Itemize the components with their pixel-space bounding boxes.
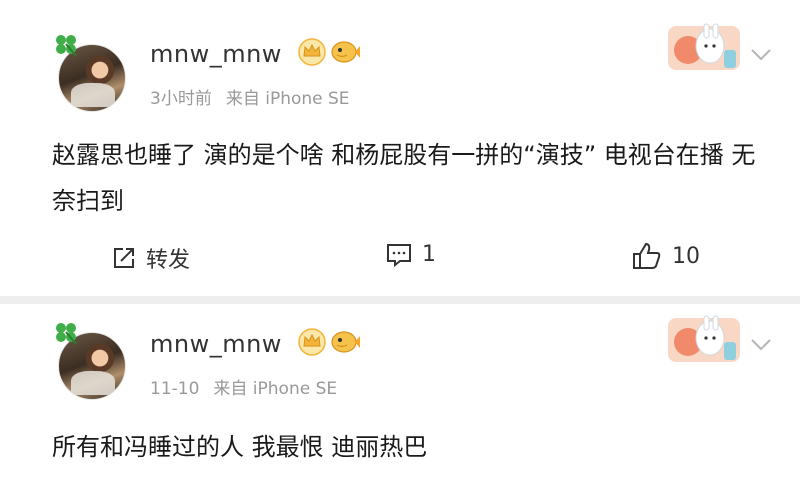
comment-icon — [387, 243, 411, 267]
decorative-sticker — [668, 315, 740, 362]
comment-count: 1 — [422, 242, 436, 267]
post-time: 3小时前 — [150, 89, 212, 109]
weibo-post: mnw_mnw 3小时前 来自 iPhone SE 赵露思也睡了 演的是个啥 和杨… — [0, 0, 800, 296]
post-actions: 转发 1 10 — [0, 242, 800, 282]
clover-icon — [56, 323, 77, 345]
like-icon — [633, 242, 661, 269]
post-meta: 3小时前 来自 iPhone SE — [150, 84, 350, 109]
clover-icon — [56, 35, 77, 57]
post-time: 11-10 — [150, 379, 200, 399]
post-source: 来自 iPhone SE — [225, 89, 350, 109]
repost-label: 转发 — [146, 248, 191, 273]
username[interactable]: mnw_mnw — [150, 40, 282, 68]
fish-badge-icon — [331, 331, 360, 353]
comment-button[interactable]: 1 — [386, 242, 436, 267]
post-source: 来自 iPhone SE — [213, 379, 338, 399]
username[interactable]: mnw_mnw — [150, 330, 282, 358]
like-count: 10 — [672, 243, 700, 269]
post-content: 赵露思也睡了 演的是个啥 和杨屁股有一拼的“演技” 电视台在播 无奈扫到 — [52, 141, 756, 215]
user-badges — [298, 328, 360, 356]
crown-badge-icon — [298, 328, 326, 356]
crown-badge-icon — [298, 38, 326, 66]
decorative-sticker — [668, 23, 740, 70]
avatar[interactable] — [52, 318, 130, 402]
user-badges — [298, 38, 360, 66]
repost-button[interactable]: 转发 — [112, 242, 190, 274]
like-button[interactable]: 10 — [632, 242, 700, 270]
avatar[interactable] — [52, 30, 130, 114]
repost-icon — [114, 248, 134, 268]
chevron-down-icon[interactable] — [750, 338, 772, 352]
fish-badge-icon — [331, 41, 360, 63]
chevron-down-icon[interactable] — [750, 48, 772, 62]
weibo-post: mnw_mnw 11-10 来自 iPhone SE 所有和冯睡过的人 我最恨 迪… — [0, 304, 800, 485]
post-divider — [0, 296, 800, 304]
post-content: 所有和冯睡过的人 我最恨 迪丽热巴 — [52, 433, 428, 461]
post-meta: 11-10 来自 iPhone SE — [150, 374, 337, 399]
